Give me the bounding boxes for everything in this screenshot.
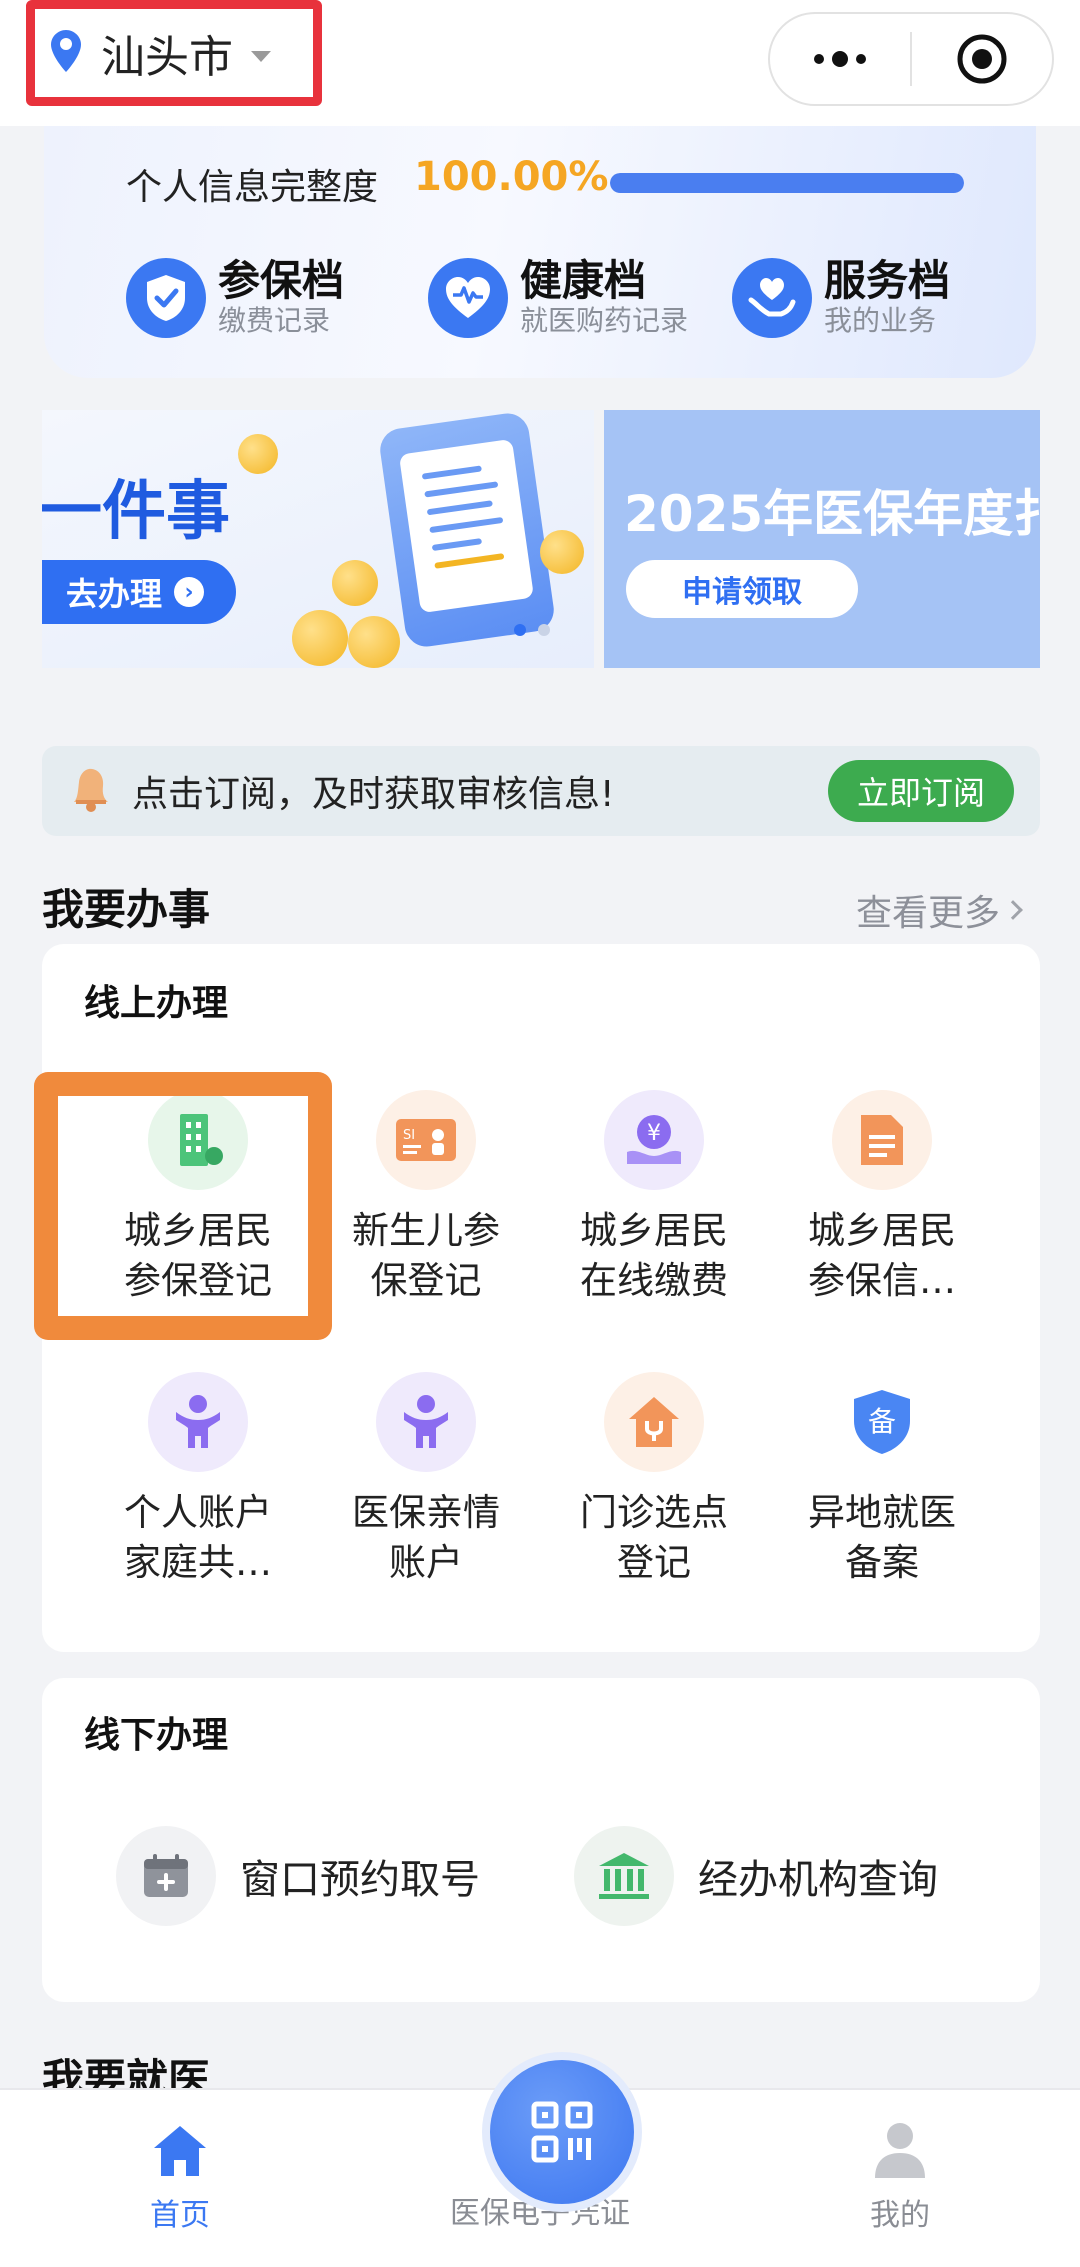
svg-text:¥: ¥: [647, 1121, 661, 1146]
service-label-line1: 新生儿参: [352, 1209, 500, 1252]
service-family-share[interactable]: 个人账户家庭共…: [84, 1372, 312, 1588]
tab-label: 我的: [870, 2198, 930, 2233]
profile-card: 个人信息完整度 100.00% 参保档 缴费记录 健康档 就医购药记录 服务档 …: [44, 126, 1036, 378]
banner-title: 一件事: [42, 475, 230, 549]
subscribe-text: 点击订阅，及时获取审核信息!: [132, 774, 615, 815]
banner-button-label: 去办理: [66, 575, 163, 613]
institution-icon: [574, 1826, 674, 1926]
user-icon: [875, 2123, 925, 2178]
offline-title: 线下办理: [84, 1715, 229, 1756]
city-selector[interactable]: 汕头市: [26, 0, 322, 106]
location-pin-icon: [49, 28, 83, 78]
tab-mine[interactable]: 我的: [780, 2120, 1020, 2234]
service-label-line2: 备案: [845, 1541, 919, 1584]
archive-subtitle: 我的业务: [824, 304, 937, 337]
view-more-label: 查看更多: [856, 893, 1001, 934]
tab-home[interactable]: 首页: [60, 2122, 300, 2234]
coin-icon: [332, 560, 378, 606]
online-title: 线上办理: [84, 983, 229, 1024]
coin-icon: [238, 434, 278, 474]
heartbeat-icon: [428, 258, 508, 338]
service-label-line1: 城乡居民: [808, 1209, 956, 1252]
archive-title: 参保档: [218, 256, 345, 305]
service-label-line2: 家庭共…: [124, 1541, 272, 1584]
service-label-line1: 城乡居民: [580, 1209, 728, 1252]
service-clinic-select[interactable]: 门诊选点 登记: [540, 1372, 768, 1588]
service-label-line1: 门诊选点: [580, 1491, 728, 1534]
caret-down-icon: [251, 50, 271, 62]
coin-icon: [348, 616, 400, 668]
service-label-line2: 登记: [617, 1541, 691, 1584]
close-miniprogram-button[interactable]: [912, 14, 1052, 104]
coin-icon: [292, 610, 348, 666]
coin-icon: [540, 530, 584, 574]
service-label-line2: 账户: [389, 1541, 463, 1584]
completeness-label: 个人信息完整度: [126, 167, 379, 208]
service-label-line2: 保登记: [370, 1259, 482, 1302]
offline-window-booking[interactable]: 窗口预约取号: [116, 1826, 480, 1926]
offline-institution-query[interactable]: 经办机构查询: [574, 1826, 938, 1926]
completeness-progress-bar: [610, 173, 964, 193]
service-enroll-info[interactable]: 城乡居民参保信…: [768, 1090, 996, 1306]
service-label-line2: 参保信…: [808, 1259, 956, 1302]
service-label-line1: 个人账户: [124, 1491, 272, 1534]
service-label-line1: 异地就医: [808, 1491, 956, 1534]
si-card-icon: SI: [376, 1090, 476, 1190]
banner-go-button[interactable]: 去办理 ›: [42, 560, 236, 624]
archive-title: 健康档: [520, 256, 647, 305]
calendar-plus-icon: [116, 1826, 216, 1926]
completeness-progress-fill: [610, 173, 964, 193]
service-label-line2: 在线缴费: [580, 1259, 728, 1302]
yuan-hand-icon: ¥: [604, 1090, 704, 1190]
archive-title: 服务档: [824, 256, 951, 305]
archive-health[interactable]: 健康档 就医购药记录: [428, 258, 688, 338]
person-icon: [376, 1372, 476, 1472]
banner-pagination: [514, 624, 550, 636]
archive-subtitle: 就医购药记录: [520, 304, 689, 337]
shield-check-icon: [126, 258, 206, 338]
home-icon: [154, 2126, 206, 2176]
service-online-payment[interactable]: ¥ 城乡居民在线缴费: [540, 1090, 768, 1306]
bei-shield-icon: 备: [832, 1372, 932, 1472]
e-voucher-qr-button[interactable]: [482, 2052, 642, 2212]
banner-one-thing[interactable]: 一件事 去办理 ›: [42, 410, 594, 668]
mini-program-capsule: [768, 12, 1054, 106]
chevron-right-icon: [1003, 900, 1023, 920]
service-label-line1: 医保亲情: [352, 1491, 500, 1534]
person-icon: [148, 1372, 248, 1472]
section-title-tasks: 我要办事: [42, 885, 211, 934]
subscribe-button[interactable]: 立即订阅: [828, 760, 1014, 822]
highlight-box: [34, 1072, 332, 1340]
service-kinship-account[interactable]: 医保亲情 账户: [312, 1372, 540, 1588]
banner-annual[interactable]: 2025年医保年度扌 申请领取: [604, 410, 1040, 668]
target-circle-icon: [957, 34, 1007, 84]
more-dots-icon: [814, 51, 866, 67]
heart-hands-icon: [732, 258, 812, 338]
qr-code-icon: [531, 2101, 593, 2163]
service-newborn-enroll[interactable]: SI 新生儿参保登记: [312, 1090, 540, 1306]
subscribe-bar: 点击订阅，及时获取审核信息! 立即订阅: [42, 746, 1040, 836]
phone-illustration: [377, 410, 557, 650]
offline-label: 窗口预约取号: [240, 1857, 480, 1903]
archive-subtitle: 缴费记录: [218, 304, 331, 337]
clinic-icon: [604, 1372, 704, 1472]
svg-text:SI: SI: [403, 1128, 415, 1143]
document-icon: [832, 1090, 932, 1190]
svg-text:备: 备: [868, 1405, 896, 1438]
offline-label: 经办机构查询: [698, 1857, 938, 1903]
archive-insurance[interactable]: 参保档 缴费记录: [126, 258, 344, 338]
tab-label: 首页: [150, 2198, 210, 2233]
chevron-right-icon: ›: [174, 577, 205, 607]
banner-apply-button[interactable]: 申请领取: [626, 560, 858, 618]
view-more-link[interactable]: 查看更多: [856, 884, 1023, 936]
city-name: 汕头市: [101, 32, 233, 83]
completeness-percent: 100.00%: [414, 154, 609, 200]
bell-icon: [66, 764, 114, 818]
more-button[interactable]: [770, 14, 910, 104]
archive-service[interactable]: 服务档 我的业务: [732, 258, 950, 338]
banner-title: 2025年医保年度扌: [624, 485, 1040, 543]
service-remote-filing[interactable]: 备 异地就医 备案: [768, 1372, 996, 1588]
